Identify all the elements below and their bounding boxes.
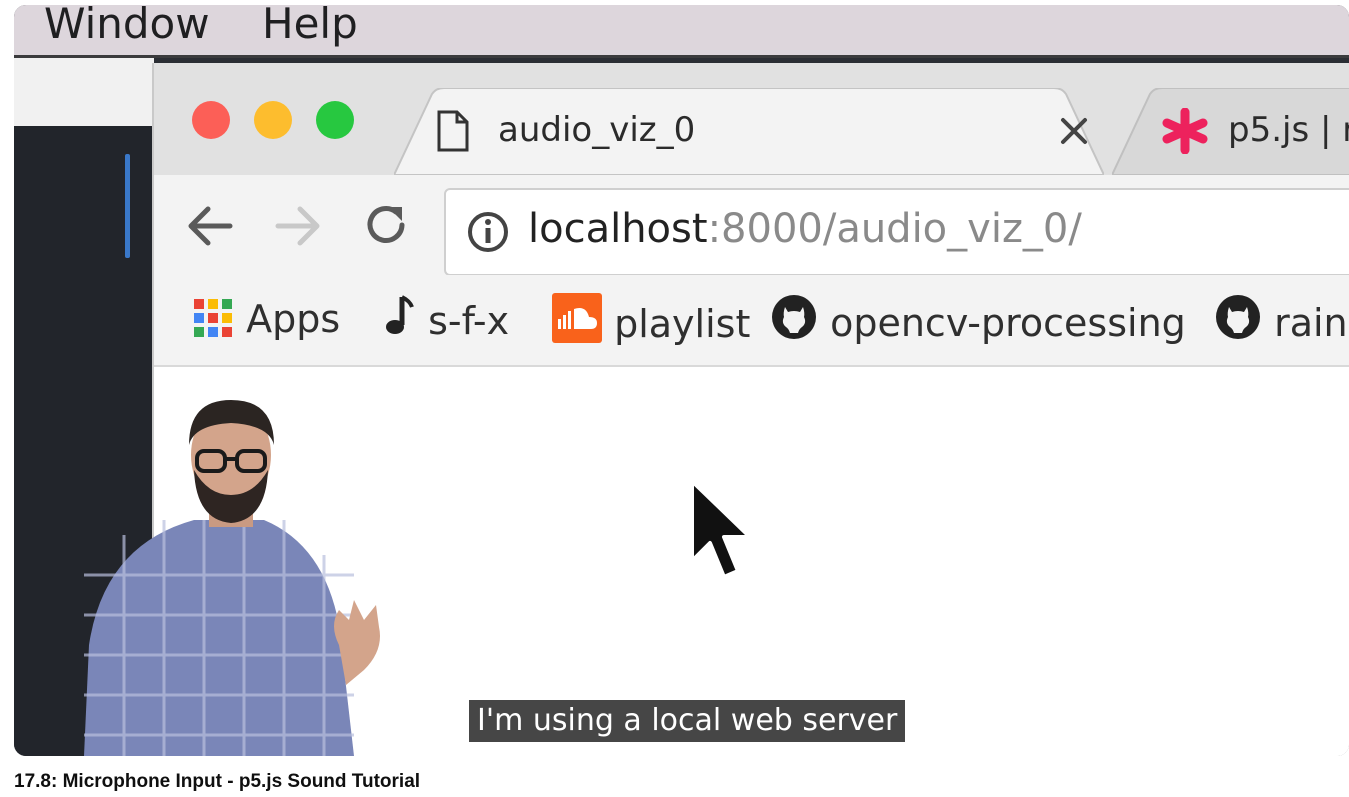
bookmark-apps[interactable]: Apps — [192, 297, 340, 343]
github-icon — [770, 293, 818, 350]
video-player[interactable]: Window Help audio_viz_0 p5.js | r localh… — [14, 5, 1349, 756]
video-caption: I'm using a local web server — [469, 700, 906, 742]
p5-asterisk-icon — [1162, 107, 1208, 159]
menu-window[interactable]: Window — [44, 5, 210, 48]
tab-p5js[interactable]: p5.js | r — [1112, 88, 1349, 175]
bookmarks-bar: Apps s-f-x playlist opencv-processing ra… — [154, 275, 1349, 367]
mac-menubar: Window Help — [14, 5, 1349, 58]
info-icon[interactable] — [466, 210, 510, 259]
editor-scrollbar[interactable] — [125, 154, 130, 258]
bookmark-label: Apps — [246, 297, 341, 341]
editor-top-bar — [14, 58, 154, 126]
menu-help[interactable]: Help — [262, 5, 358, 48]
bookmark-label: rainb — [1274, 301, 1349, 345]
music-note-icon — [382, 293, 416, 346]
zoom-window-button[interactable] — [316, 101, 354, 139]
minimize-window-button[interactable] — [254, 101, 292, 139]
github-icon — [1214, 293, 1262, 350]
tab-title: p5.js | r — [1228, 110, 1349, 150]
address-bar[interactable]: localhost:8000/audio_viz_0/ — [444, 188, 1349, 276]
bookmark-label: opencv-processing — [830, 301, 1186, 345]
bookmark-rainbow[interactable]: rainb — [1214, 295, 1349, 354]
tab-strip: audio_viz_0 p5.js | r — [154, 63, 1349, 175]
forward-arrow-icon[interactable] — [274, 205, 322, 252]
reload-icon[interactable] — [362, 201, 410, 254]
bookmark-playlist[interactable]: playlist — [552, 293, 751, 356]
bookmark-label: s-f-x — [428, 299, 510, 343]
video-title[interactable]: 17.8: Microphone Input - p5.js Sound Tut… — [14, 771, 420, 793]
soundcloud-icon — [552, 293, 602, 352]
url-path: :8000/audio_viz_0/ — [707, 206, 1082, 252]
tab-audio-viz[interactable]: audio_viz_0 — [394, 88, 1104, 175]
bookmark-opencv-processing[interactable]: opencv-processing — [770, 295, 1186, 354]
bookmark-sfx[interactable]: s-f-x — [382, 295, 510, 350]
browser-toolbar: localhost:8000/audio_viz_0/ — [154, 175, 1349, 276]
presenter-video-overlay — [84, 395, 414, 756]
apps-grid-icon — [192, 297, 234, 339]
url-text: localhost:8000/audio_viz_0/ — [528, 206, 1082, 252]
url-host: localhost — [528, 206, 708, 252]
mouse-cursor-icon — [684, 477, 764, 592]
tab-title: audio_viz_0 — [498, 110, 696, 150]
close-window-button[interactable] — [192, 101, 230, 139]
bookmark-label: playlist — [614, 302, 751, 346]
back-arrow-icon[interactable] — [186, 205, 234, 252]
